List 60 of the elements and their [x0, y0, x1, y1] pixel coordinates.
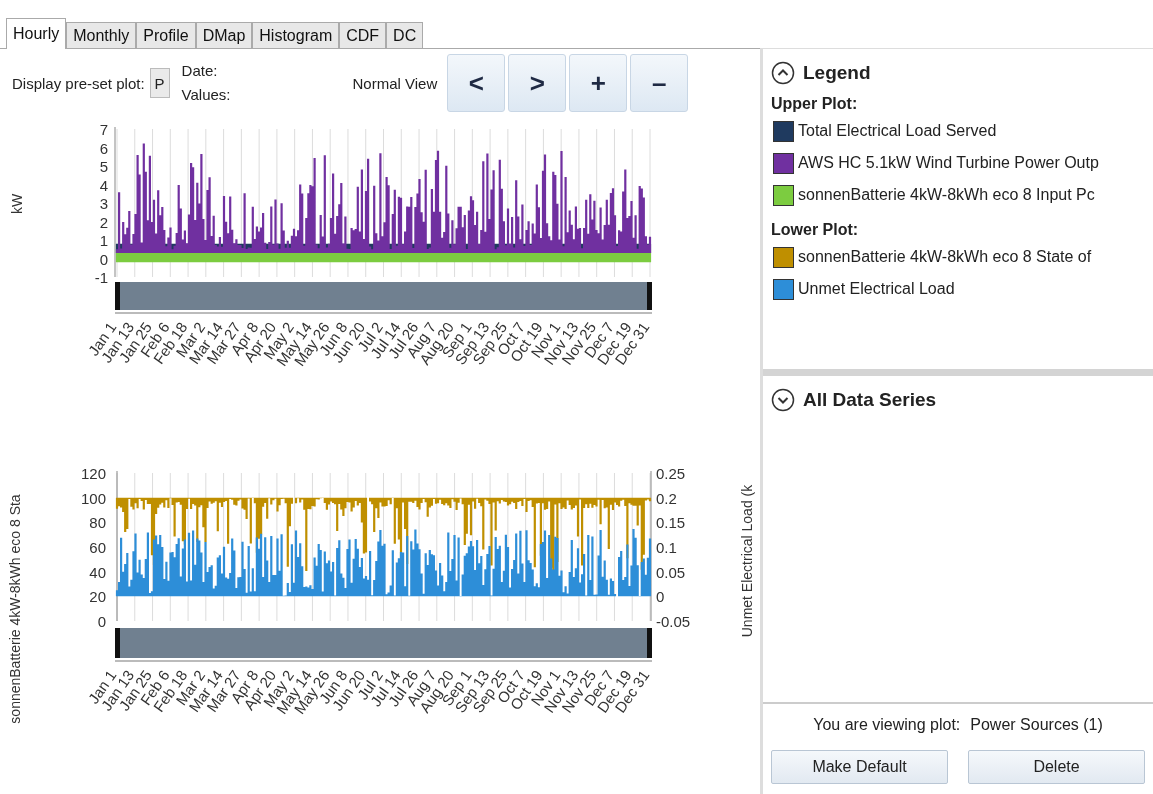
tick-label: 100: [80, 489, 106, 507]
tick-label: -1: [94, 269, 108, 286]
tab[interactable]: Profile: [136, 22, 196, 48]
date-label: Date:: [181, 61, 219, 81]
section-title: All Data Series: [803, 389, 937, 411]
expand-icon[interactable]: [771, 388, 795, 412]
tab[interactable]: CDF: [339, 22, 387, 48]
tick-label: 0.1: [656, 539, 677, 556]
tick-label: 40: [89, 563, 106, 581]
tick-label: 5: [99, 158, 108, 175]
footer-button[interactable]: Make Default: [771, 750, 948, 784]
tick-label: 120: [80, 465, 106, 482]
group-title: Lower Plot:: [771, 221, 860, 239]
nav-button[interactable]: +: [569, 54, 628, 112]
scroll-bar[interactable]: [115, 282, 652, 310]
collapse-icon[interactable]: [771, 61, 795, 85]
tick-label: 3: [99, 195, 108, 212]
tick-label: 0.25: [656, 465, 686, 482]
tick-label: 6: [99, 139, 108, 157]
tick-label: 80: [89, 514, 106, 532]
splitter-bar[interactable]: [763, 369, 1153, 376]
legend-label: sonnenBatterie 4kW-8kWh eco 8 State of: [798, 248, 1092, 266]
tick-label: 20: [89, 588, 106, 606]
tick-label: 0: [99, 250, 108, 268]
values-label: Values:: [181, 85, 231, 105]
group-title: Upper Plot:: [771, 95, 859, 113]
plot-name: Power Sources (1): [970, 716, 1103, 734]
footer-button[interactable]: Delete: [968, 750, 1145, 784]
scroll-bar[interactable]: [115, 628, 652, 658]
legend-label: Unmet Electrical Load: [798, 280, 955, 298]
preset-dropdown[interactable]: P: [149, 68, 170, 98]
legend-label: sonnenBatterie 4kW-8kWh eco 8 Input Pc: [798, 186, 1095, 204]
tick-label: 0: [656, 588, 665, 606]
view-label: Normal View: [352, 74, 438, 92]
axis-label: sonnenBatterie 4kW-8kWh eco 8 Sta: [7, 494, 23, 724]
viewing-label: You are viewing plot:: [813, 716, 961, 734]
preset-label: Display pre-set plot:: [12, 74, 145, 92]
tab[interactable]: Histogram: [252, 22, 340, 48]
axis-label: kW: [9, 193, 25, 215]
tab[interactable]: Monthly: [66, 22, 137, 48]
tick-label: 0.05: [656, 563, 686, 581]
tick-label: 60: [89, 539, 106, 556]
tick-label: 0.15: [656, 514, 686, 532]
section-title: Legend: [803, 62, 871, 84]
tick-label: 1: [99, 232, 108, 249]
nav-button[interactable]: >: [508, 54, 567, 112]
axis-label: Unmet Electrical Load (k: [739, 484, 755, 638]
tab[interactable]: DMap: [195, 22, 253, 48]
tick-label: 0.2: [656, 489, 677, 507]
nav-button[interactable]: <: [447, 54, 506, 112]
tick-label: 4: [99, 176, 108, 194]
tick-label: 7: [99, 121, 108, 138]
tick-label: 0: [97, 613, 106, 630]
legend-label: Total Electrical Load Served: [798, 122, 997, 140]
tab[interactable]: DC: [386, 22, 424, 48]
legend-label: AWS HC 5.1kW Wind Turbine Power Outp: [798, 154, 1099, 172]
tab[interactable]: Hourly: [6, 18, 67, 49]
tick-label: -0.05: [656, 613, 691, 630]
nav-button[interactable]: –: [630, 54, 689, 112]
tick-label: 2: [99, 213, 108, 231]
